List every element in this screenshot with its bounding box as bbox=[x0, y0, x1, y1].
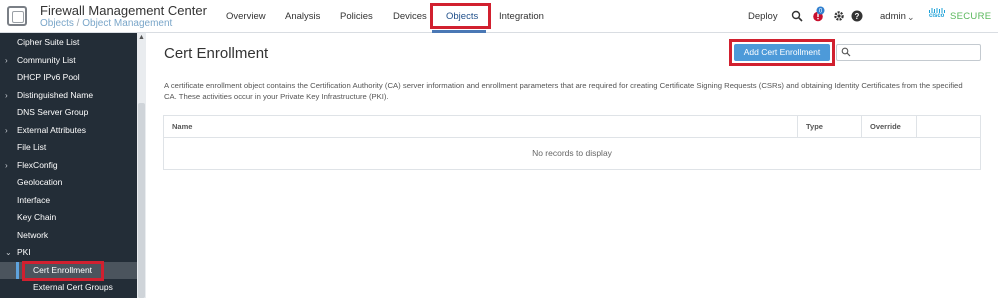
chevron-right-icon[interactable]: › bbox=[5, 122, 8, 140]
cisco-logo: cisco bbox=[929, 8, 947, 19]
top-bar: Firewall Management Center Objects / Obj… bbox=[0, 0, 998, 33]
selected-item-indicator bbox=[16, 262, 19, 279]
chevron-down-icon[interactable]: ⌄ bbox=[907, 12, 915, 23]
nav-analysis[interactable]: Analysis bbox=[285, 11, 320, 22]
chevron-down-icon[interactable]: ⌄ bbox=[5, 244, 12, 262]
nav-policies[interactable]: Policies bbox=[340, 11, 373, 22]
sidebar-item-label: Cipher Suite List bbox=[17, 37, 80, 47]
object-types-sidebar: Cipher Suite List › Community List DHCP I… bbox=[0, 33, 137, 298]
add-cert-enrollment-button[interactable]: Add Cert Enrollment bbox=[734, 44, 830, 61]
sidebar-item-label: File List bbox=[17, 142, 47, 152]
sidebar-item-label: Community List bbox=[17, 54, 76, 65]
nav-integration[interactable]: Integration bbox=[499, 11, 544, 22]
sidebar-item-flexconfig[interactable]: › FlexConfig bbox=[0, 157, 137, 175]
nav-devices[interactable]: Devices bbox=[393, 11, 427, 22]
sidebar-item-label: Distinguished Name bbox=[17, 89, 94, 100]
user-menu[interactable]: admin bbox=[880, 11, 906, 22]
sidebar-item-label: DHCP IPv6 Pool bbox=[17, 72, 80, 82]
sidebar-item-label: Geolocation bbox=[17, 177, 63, 187]
search-icon bbox=[841, 47, 851, 57]
cert-enrollment-table: Name Type Override No records to display bbox=[163, 115, 981, 170]
sidebar-item-external-cert-groups[interactable]: External Cert Groups bbox=[0, 279, 137, 297]
column-header-name[interactable]: Name bbox=[164, 116, 192, 138]
sidebar-item-label: Interface bbox=[17, 194, 51, 205]
sidebar-item-label: Network bbox=[17, 229, 49, 240]
app-logo-icon[interactable] bbox=[7, 6, 27, 26]
chevron-right-icon[interactable]: › bbox=[5, 52, 8, 70]
sidebar-item-label: External Cert Groups bbox=[33, 282, 113, 292]
breadcrumb: Objects / Object Management bbox=[40, 18, 172, 29]
column-divider[interactable] bbox=[916, 116, 917, 138]
search-icon[interactable] bbox=[791, 10, 803, 22]
secure-brand: SECURE bbox=[950, 11, 992, 22]
sidebar-item-file-list[interactable]: File List bbox=[0, 139, 137, 157]
sidebar-item-geolocation[interactable]: Geolocation bbox=[0, 174, 137, 192]
deploy-button[interactable]: Deploy bbox=[748, 11, 778, 22]
chevron-right-icon[interactable]: › bbox=[5, 87, 8, 105]
sidebar-item-label: FlexConfig bbox=[17, 159, 58, 170]
active-tab-indicator bbox=[432, 30, 486, 33]
sidebar-item-pki[interactable]: ⌄ PKI bbox=[0, 244, 137, 262]
column-header-type[interactable]: Type bbox=[798, 116, 823, 138]
breadcrumb-current[interactable]: Object Management bbox=[82, 18, 172, 29]
cisco-brand-text: cisco bbox=[929, 13, 945, 19]
notification-badge: 0 bbox=[816, 6, 825, 15]
sidebar-item-label: PKI bbox=[17, 247, 31, 257]
chevron-right-icon[interactable]: › bbox=[5, 157, 8, 175]
sidebar-item-community-list[interactable]: › Community List bbox=[0, 52, 137, 70]
sidebar-item-label: External Attributes bbox=[17, 124, 86, 135]
breadcrumb-root[interactable]: Objects bbox=[40, 18, 74, 29]
sidebar-item-distinguished-name[interactable]: › Distinguished Name bbox=[0, 87, 137, 105]
sidebar-item-external-attributes[interactable]: › External Attributes bbox=[0, 122, 137, 140]
column-header-override[interactable]: Override bbox=[862, 116, 901, 138]
table-header: Name Type Override bbox=[164, 116, 980, 138]
sidebar-item-cipher-suite-list[interactable]: Cipher Suite List bbox=[0, 34, 137, 52]
objects-highlight-box bbox=[430, 3, 491, 29]
cert-enrollment-highlight-box bbox=[22, 261, 104, 281]
page-title: Cert Enrollment bbox=[164, 45, 269, 62]
sidebar-scroll-thumb[interactable] bbox=[138, 103, 145, 298]
app-title: Firewall Management Center bbox=[40, 3, 207, 18]
sidebar-item-label: Key Chain bbox=[17, 212, 57, 222]
scroll-up-icon[interactable]: ▲ bbox=[137, 34, 146, 41]
sidebar-item-network[interactable]: Network bbox=[0, 227, 137, 245]
gear-icon[interactable] bbox=[833, 10, 845, 22]
help-icon[interactable]: ? bbox=[851, 10, 863, 22]
svg-text:?: ? bbox=[855, 12, 860, 21]
empty-table-message: No records to display bbox=[532, 148, 612, 158]
search-field[interactable] bbox=[836, 44, 981, 61]
sidebar-item-dhcp-ipv6-pool[interactable]: DHCP IPv6 Pool bbox=[0, 69, 137, 87]
search-input[interactable] bbox=[853, 46, 978, 59]
sidebar-item-label: DNS Server Group bbox=[17, 107, 89, 117]
sidebar-item-key-chain[interactable]: Key Chain bbox=[0, 209, 137, 227]
nav-overview[interactable]: Overview bbox=[226, 11, 266, 22]
page-description: A certificate enrollment object contains… bbox=[164, 81, 963, 101]
sidebar-item-interface[interactable]: Interface bbox=[0, 192, 137, 210]
breadcrumb-separator: / bbox=[73, 18, 83, 29]
sidebar-item-dns-server-group[interactable]: DNS Server Group bbox=[0, 104, 137, 122]
